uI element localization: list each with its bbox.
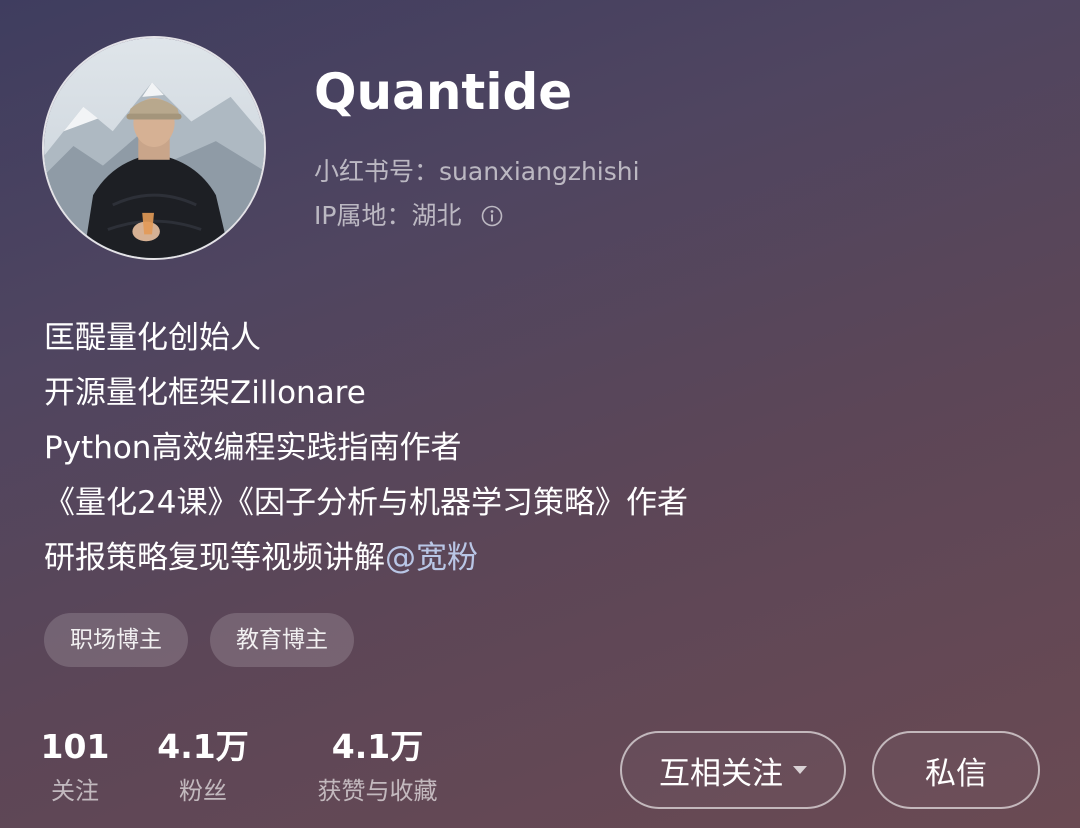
stat-likes[interactable]: 4.1万 获赞与收藏 <box>300 726 455 808</box>
tag-chip[interactable]: 教育博主 <box>210 613 354 667</box>
following-label: 关注 <box>51 777 99 805</box>
tag-list: 职场博主 教育博主 <box>44 613 354 667</box>
tag-chip[interactable]: 职场博主 <box>44 613 188 667</box>
avatar-photo <box>44 38 264 258</box>
xiaohongshu-id: 小红书号：suanxiangzhishi <box>314 155 640 189</box>
fans-label: 粉丝 <box>179 777 227 805</box>
follow-label: 互相关注 <box>659 755 783 792</box>
ip-label: IP属地： <box>314 201 412 230</box>
fans-count: 4.1万 <box>157 727 249 766</box>
ip-value: 湖北 <box>411 201 462 230</box>
stat-following[interactable]: 101 关注 <box>40 726 110 808</box>
following-count: 101 <box>40 727 110 766</box>
info-circle-icon[interactable] <box>481 202 503 227</box>
message-button[interactable]: 私信 <box>872 731 1040 809</box>
id-label: 小红书号： <box>314 157 440 186</box>
bio-text: 研报策略复现等视频讲解 <box>44 540 385 576</box>
bio-line: Python高效编程实践指南作者 <box>44 430 462 466</box>
ip-location: IP属地：湖北 <box>314 199 503 233</box>
bio: 匡醍量化创始人 开源量化框架Zillonare Python高效编程实践指南作者… <box>44 311 1044 586</box>
bio-line: 《量化24课》《因子分析与机器学习策略》作者 <box>44 485 688 521</box>
likes-count: 4.1万 <box>331 727 424 766</box>
avatar[interactable] <box>42 36 266 260</box>
bio-line: 研报策略复现等视频讲解@宽粉 <box>44 531 1044 586</box>
id-value: suanxiangzhishi <box>439 157 640 186</box>
nickname: Quantide <box>314 63 573 121</box>
likes-label: 获赞与收藏 <box>317 777 438 805</box>
stat-fans[interactable]: 4.1万 粉丝 <box>155 726 251 808</box>
bio-line: 开源量化框架Zillonare <box>44 375 366 411</box>
bio-line: 匡醍量化创始人 <box>44 320 261 356</box>
mutual-follow-button[interactable]: 互相关注 <box>620 731 846 809</box>
message-label: 私信 <box>925 755 987 792</box>
mention-link[interactable]: @宽粉 <box>385 540 478 576</box>
profile-header: Quantide 小红书号：suanxiangzhishi IP属地：湖北 匡醍… <box>0 0 1080 828</box>
caret-down-icon <box>793 766 807 774</box>
